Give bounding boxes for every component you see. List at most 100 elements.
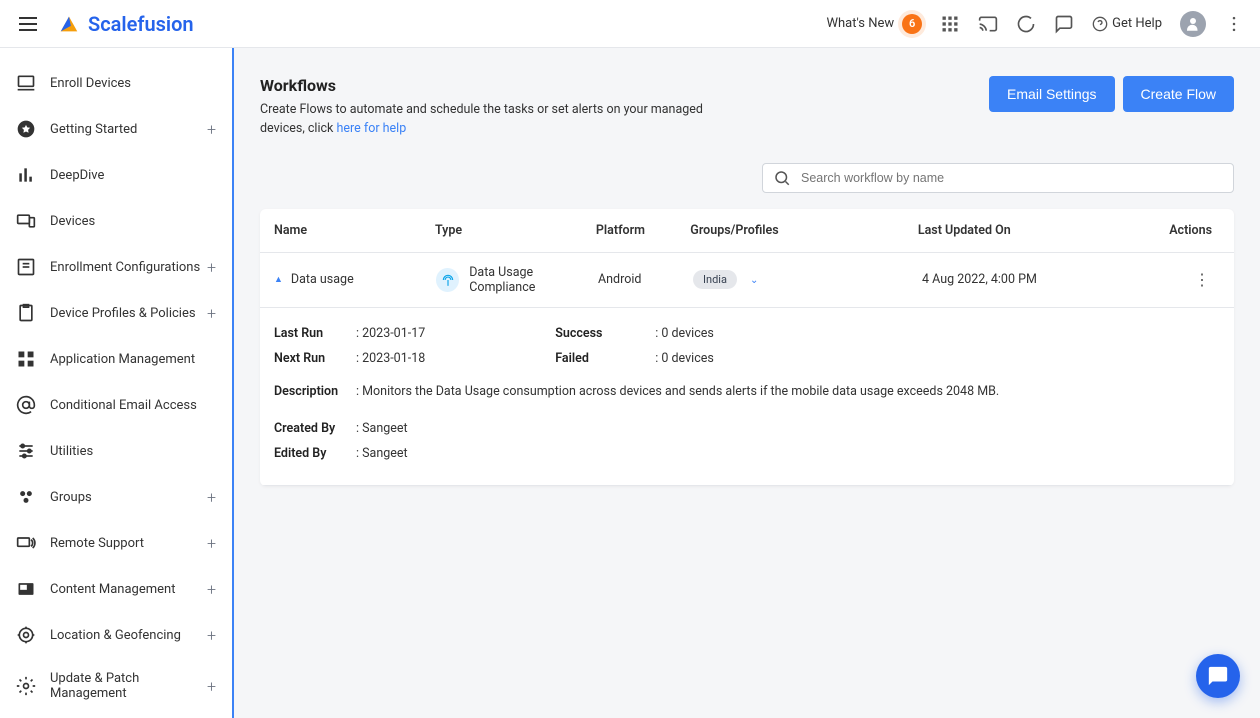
col-updated: Last Updated On — [918, 223, 1169, 238]
table-row[interactable]: ▲ Data usage Data Usage Compliance Andro… — [260, 253, 1234, 308]
config-icon — [16, 257, 36, 277]
chat-icon — [1207, 665, 1229, 687]
sidebar-item-label: Application Management — [50, 352, 216, 367]
sidebar-item-devices[interactable]: Devices — [0, 198, 232, 244]
row-platform-text: Android — [598, 272, 693, 287]
sidebar-item-location-geofencing[interactable]: Location & Geofencing + — [0, 612, 232, 658]
created-by-label: Created By — [274, 421, 356, 436]
main-content: Workflows Create Flows to automate and s… — [234, 48, 1260, 718]
clipboard-icon — [16, 303, 36, 323]
row-actions-menu-icon[interactable]: ⋮ — [1175, 270, 1220, 289]
sidebar-item-label: Devices — [50, 214, 216, 229]
last-run-value: : 2023-01-17 — [356, 326, 425, 341]
cast-icon[interactable] — [978, 14, 998, 34]
sidebar-item-deepdive[interactable]: DeepDive — [0, 152, 232, 198]
sidebar-item-label: Content Management — [50, 582, 207, 597]
plus-icon: + — [207, 626, 216, 645]
sidebar-item-enroll-devices[interactable]: Enroll Devices — [0, 60, 232, 106]
get-help-label: Get Help — [1112, 16, 1162, 31]
whats-new-count-badge: 6 — [902, 14, 922, 34]
sidebar-item-conditional-email[interactable]: Conditional Email Access — [0, 382, 232, 428]
next-run-label: Next Run — [274, 351, 356, 366]
apps-icon — [16, 349, 36, 369]
plus-icon: + — [207, 534, 216, 553]
brand-logo[interactable]: Scalefusion — [58, 12, 194, 36]
success-label: Success — [555, 326, 655, 341]
get-help-button[interactable]: Get Help — [1092, 16, 1162, 32]
col-type: Type — [435, 223, 596, 238]
search-box[interactable] — [762, 163, 1234, 193]
apps-grid-icon[interactable] — [940, 14, 960, 34]
collapse-arrow-icon[interactable]: ▲ — [274, 274, 283, 285]
at-icon — [16, 395, 36, 415]
help-icon — [1092, 16, 1108, 32]
whats-new-button[interactable]: What's New 6 — [826, 14, 922, 34]
sidebar-item-label: Device Profiles & Policies — [50, 306, 207, 321]
last-run-label: Last Run — [274, 326, 356, 341]
sidebar-item-label: Enrollment Configurations — [50, 260, 207, 275]
plus-icon: + — [207, 488, 216, 507]
col-platform: Platform — [596, 223, 690, 238]
failed-label: Failed — [555, 351, 655, 366]
row-updated-text: 4 Aug 2022, 4:00 PM — [922, 272, 1175, 287]
search-input[interactable] — [801, 171, 1223, 185]
location-icon — [16, 625, 36, 645]
sidebar-item-eva-communication[interactable]: Eva Communication Suite — [0, 714, 232, 718]
sidebar-item-enrollment-configurations[interactable]: Enrollment Configurations + — [0, 244, 232, 290]
sidebar-item-label: Remote Support — [50, 536, 207, 551]
sidebar-item-label: Update & Patch Management — [50, 671, 207, 701]
col-groups: Groups/Profiles — [690, 223, 918, 238]
hamburger-menu-icon[interactable] — [16, 12, 40, 36]
more-vert-icon[interactable] — [1224, 14, 1244, 34]
help-link[interactable]: here for help — [336, 121, 406, 136]
devices-icon — [16, 211, 36, 231]
laptop-icon — [16, 73, 36, 93]
sidebar-item-utilities[interactable]: Utilities — [0, 428, 232, 474]
sidebar-item-label: Utilities — [50, 444, 216, 459]
sidebar-item-update-patch[interactable]: Update & Patch Management + — [0, 658, 232, 714]
description-label: Description — [274, 384, 356, 399]
sidebar-item-device-profiles[interactable]: Device Profiles & Policies + — [0, 290, 232, 336]
sidebar: Enroll Devices Getting Started + DeepDiv… — [0, 48, 234, 718]
table-header: Name Type Platform Groups/Profiles Last … — [260, 209, 1234, 253]
content-icon — [16, 579, 36, 599]
chat-fab-button[interactable] — [1196, 654, 1240, 698]
sidebar-item-getting-started[interactable]: Getting Started + — [0, 106, 232, 152]
failed-value: : 0 devices — [655, 351, 714, 366]
edited-by-label: Edited By — [274, 446, 356, 461]
gear-icon — [16, 676, 36, 696]
workflows-table: Name Type Platform Groups/Profiles Last … — [260, 209, 1234, 486]
sidebar-item-content-management[interactable]: Content Management + — [0, 566, 232, 612]
star-circle-icon — [16, 119, 36, 139]
remote-icon — [16, 533, 36, 553]
sidebar-item-application-management[interactable]: Application Management — [0, 336, 232, 382]
sidebar-item-label: Groups — [50, 490, 207, 505]
create-flow-button[interactable]: Create Flow — [1123, 76, 1234, 112]
sidebar-item-label: Enroll Devices — [50, 76, 216, 91]
chevron-down-icon[interactable]: ⌄ — [750, 275, 758, 286]
sidebar-item-label: Getting Started — [50, 122, 207, 137]
sidebar-item-label: DeepDive — [50, 168, 216, 183]
sidebar-item-groups[interactable]: Groups + — [0, 474, 232, 520]
sidebar-item-label: Conditional Email Access — [50, 398, 216, 413]
group-chip[interactable]: India — [693, 270, 737, 289]
bar-chart-icon — [16, 165, 36, 185]
row-detail-panel: Last Run : 2023-01-17 Next Run : 2023-01… — [260, 308, 1234, 486]
edited-by-value: : Sangeet — [356, 446, 408, 461]
sidebar-item-remote-support[interactable]: Remote Support + — [0, 520, 232, 566]
col-name[interactable]: Name — [274, 223, 435, 238]
whats-new-label: What's New — [826, 16, 894, 31]
sync-icon[interactable] — [1016, 14, 1036, 34]
sidebar-item-label: Location & Geofencing — [50, 628, 207, 643]
row-name-text: Data usage — [291, 272, 354, 287]
topbar: Scalefusion What's New 6 Get Help — [0, 0, 1260, 48]
message-icon[interactable] — [1054, 14, 1074, 34]
topbar-right: What's New 6 Get Help — [826, 11, 1244, 37]
sliders-icon — [16, 441, 36, 461]
col-actions: Actions — [1169, 223, 1220, 238]
email-settings-button[interactable]: Email Settings — [989, 76, 1114, 112]
user-avatar-icon[interactable] — [1180, 11, 1206, 37]
plus-icon: + — [207, 580, 216, 599]
page-subtitle: Create Flows to automate and schedule th… — [260, 101, 750, 139]
antenna-icon — [436, 268, 459, 292]
